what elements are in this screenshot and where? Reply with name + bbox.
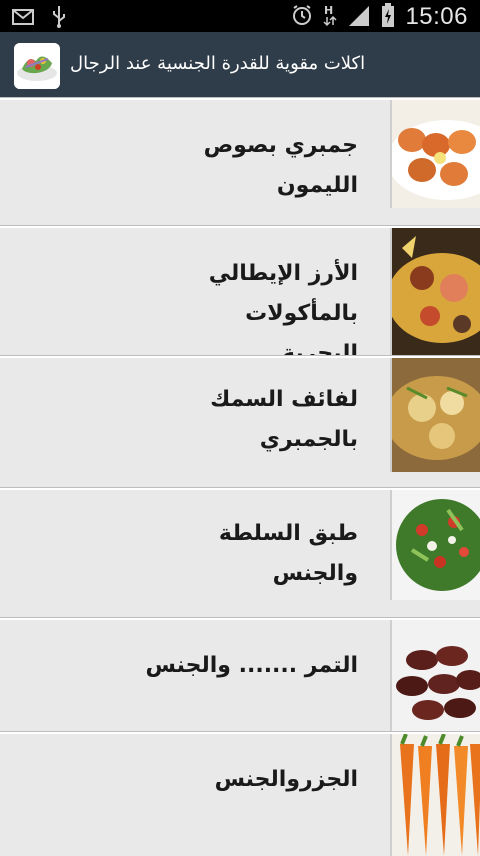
fish-rolls-image bbox=[390, 358, 480, 472]
hspa-data-icon: H bbox=[323, 3, 337, 31]
list-item[interactable]: لفائف السمك بالجمبري bbox=[0, 356, 480, 490]
action-bar: اكلات مقوية للقدرة الجنسية عند الرجال bbox=[0, 32, 480, 100]
list-item[interactable]: جمبري بصوص الليمون bbox=[0, 98, 480, 228]
list-item[interactable]: طبق السلطة والجنس bbox=[0, 488, 480, 620]
mail-icon bbox=[12, 9, 34, 29]
battery-icon bbox=[381, 3, 395, 31]
seafood-risotto-image bbox=[390, 228, 480, 358]
svg-text:H: H bbox=[324, 4, 333, 17]
list-item[interactable]: الأرز الإيطالي بالمأكولات البحرية bbox=[0, 226, 480, 366]
salad-bowl-image bbox=[390, 490, 480, 600]
item-title: الجزروالجنس bbox=[214, 767, 358, 792]
salad-plate-icon[interactable] bbox=[14, 43, 60, 89]
clock: 15:06 bbox=[405, 3, 468, 30]
status-bar: H 15:06 bbox=[0, 0, 480, 32]
alarm-icon bbox=[291, 4, 313, 30]
carrots-image bbox=[390, 734, 480, 856]
list-item[interactable]: التمر ....... والجنس bbox=[0, 618, 480, 734]
item-title: التمر ....... والجنس bbox=[145, 653, 358, 678]
item-title: طبق السلطة والجنس bbox=[218, 521, 358, 586]
list-item[interactable]: الجزروالجنس bbox=[0, 732, 480, 856]
dates-image bbox=[390, 620, 480, 734]
usb-icon bbox=[52, 6, 66, 32]
item-title: لفائف السمك بالجمبري bbox=[210, 387, 358, 452]
shrimp-lemon-image bbox=[390, 100, 480, 208]
item-title: جمبري بصوص الليمون bbox=[203, 133, 358, 198]
app-title: اكلات مقوية للقدرة الجنسية عند الرجال bbox=[70, 53, 366, 74]
signal-icon bbox=[347, 4, 371, 30]
